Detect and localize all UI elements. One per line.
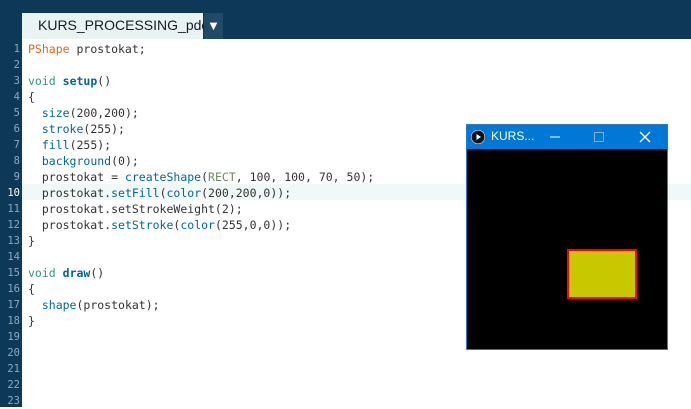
- code-line-17: shape(prostokat);: [41, 298, 160, 312]
- minimize-icon: [550, 136, 560, 138]
- line-number: 4: [13, 91, 20, 103]
- sketch-window-title: KURS...: [491, 129, 535, 143]
- line-number: 1: [13, 43, 20, 55]
- sketch-window-titlebar[interactable]: KURS...: [467, 125, 667, 149]
- minimize-button[interactable]: [535, 125, 575, 149]
- line-number: 11: [7, 203, 20, 215]
- code-line-7: fill(255);: [41, 138, 112, 152]
- line-number: 20: [7, 347, 20, 359]
- code-line-1: PShape prostokat;: [28, 42, 146, 56]
- line-number: 9: [13, 171, 20, 183]
- line-number: 16: [7, 283, 20, 295]
- code-line-5: size(200,200);: [41, 106, 139, 120]
- line-number: 15: [7, 267, 20, 279]
- maximize-button[interactable]: [579, 125, 619, 149]
- line-number: 19: [7, 331, 20, 343]
- close-icon: [639, 131, 651, 143]
- tab-label: KURS_PROCESSING_pde: [38, 17, 210, 33]
- drawn-rectangle: [567, 249, 637, 299]
- maximize-icon: [594, 132, 604, 142]
- line-number: 17: [7, 299, 20, 311]
- code-line-6: stroke(255);: [41, 122, 125, 136]
- line-number: 7: [13, 139, 20, 151]
- code-line-9: prostokat = createShape(RECT, 100, 100, …: [28, 170, 375, 184]
- line-number: 22: [7, 379, 20, 391]
- code-line-3: void setup(): [28, 74, 112, 88]
- sketch-window[interactable]: KURS...: [466, 124, 668, 350]
- close-button[interactable]: [625, 125, 665, 149]
- line-number: 13: [7, 235, 20, 247]
- code-line-18: }: [28, 314, 35, 328]
- line-number: 6: [13, 123, 20, 135]
- line-number: 8: [13, 155, 20, 167]
- code-line-10: prostokat.setFill(color(200,200,0));: [28, 186, 292, 200]
- processing-play-icon: [471, 130, 485, 144]
- code-line-15: void draw(): [28, 266, 105, 280]
- code-line-4: {: [28, 90, 35, 104]
- line-number: 12: [7, 219, 20, 231]
- line-number: 14: [7, 251, 20, 263]
- line-number: 21: [7, 363, 20, 375]
- line-number: 3: [13, 75, 20, 87]
- sketch-canvas[interactable]: [467, 149, 667, 349]
- tab-menu-button[interactable]: ▼: [204, 13, 223, 39]
- code-line-12: prostokat.setStroke(color(255,0,0));: [28, 218, 292, 232]
- code-line-13: }: [28, 234, 35, 248]
- code-line-8: background(0);: [41, 154, 139, 168]
- line-number: 10: [7, 187, 20, 199]
- line-number: 5: [13, 107, 20, 119]
- line-number: 2: [13, 59, 20, 71]
- line-number: 18: [7, 315, 20, 327]
- code-line-16: {: [28, 282, 35, 296]
- line-number-gutter: 1 2 3 4 5 6 7 8 9 10 11 12 13 14 15 16 17 18 19 20 21 22 23: [0, 39, 22, 407]
- tab-bar: KURS_PROCESSING_pde ▼: [0, 0, 691, 39]
- tab-sketch[interactable]: KURS_PROCESSING_pde: [22, 13, 209, 39]
- code-line-11: prostokat.setStrokeWeight(2);: [28, 202, 243, 216]
- chevron-down-icon: ▼: [209, 20, 218, 32]
